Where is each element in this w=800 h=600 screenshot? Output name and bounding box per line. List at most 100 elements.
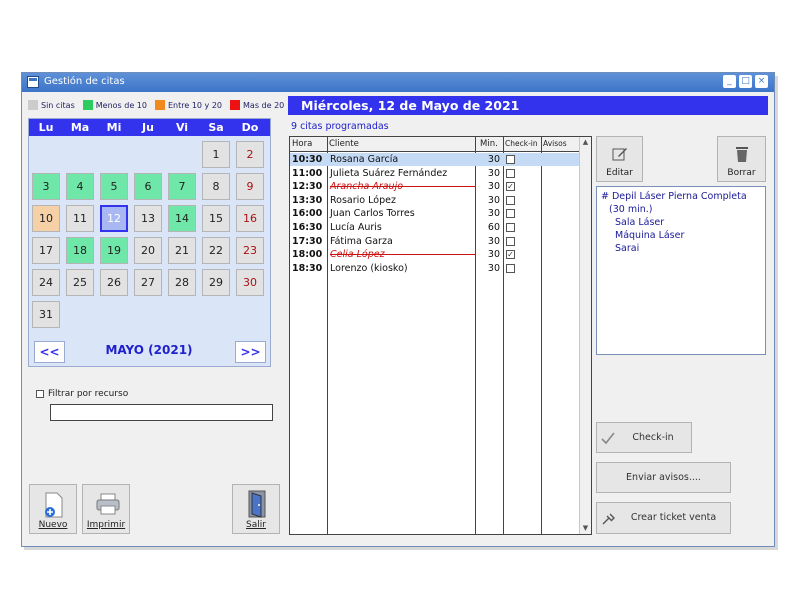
calendar-day-1[interactable]: 1 — [202, 141, 230, 168]
calendar-day-11[interactable]: 11 — [66, 205, 94, 232]
col-min[interactable]: Min. — [480, 139, 498, 149]
calendar-day-15[interactable]: 15 — [202, 205, 230, 232]
calendar-day-22[interactable]: 22 — [202, 237, 230, 264]
calendar-day-29[interactable]: 29 — [202, 269, 230, 296]
legend-swatch — [230, 100, 241, 110]
row-client: Fátima Garza — [330, 235, 393, 247]
table-row[interactable]: 16:00 Juan Carlos Torres 30 — [290, 207, 580, 220]
scroll-up-icon[interactable]: ▲ — [580, 137, 591, 148]
minimize-button[interactable]: _ — [723, 75, 736, 88]
row-checkin-checkbox[interactable] — [506, 168, 515, 178]
table-row[interactable]: 16:30 Lucía Auris 60 — [290, 221, 580, 234]
calendar-day-23[interactable]: 23 — [236, 237, 264, 264]
calendar-day-31[interactable]: 31 — [32, 301, 60, 328]
col-cliente[interactable]: Cliente — [329, 139, 359, 149]
calendar-day-16[interactable]: 16 — [236, 205, 264, 232]
scroll-down-icon[interactable]: ▼ — [580, 523, 591, 534]
row-minutes: 30 — [487, 167, 500, 179]
row-checkin-checkbox[interactable] — [506, 209, 515, 219]
appointment-count: 9 citas programadas — [291, 121, 389, 132]
filter-checkbox[interactable] — [36, 390, 44, 398]
table-row[interactable]: 17:30 Fátima Garza 30 — [290, 235, 580, 248]
ticket-icon — [602, 513, 615, 525]
app-icon — [27, 76, 39, 88]
calendar-day-24[interactable]: 24 — [32, 269, 60, 296]
row-checkin-checkbox[interactable] — [506, 155, 515, 164]
calendar-day-19[interactable]: 19 — [100, 237, 128, 264]
legend-item: Menos de 10 — [82, 100, 147, 110]
table-scrollbar[interactable]: ▲ ▼ — [579, 137, 591, 534]
table-row[interactable]: 13:30 Rosario López 30 — [290, 194, 580, 207]
calendar-day-17[interactable]: 17 — [32, 237, 60, 264]
calendar-day-30[interactable]: 30 — [236, 269, 264, 296]
row-time: 10:30 — [292, 154, 323, 165]
calendar-day-7[interactable]: 7 — [168, 173, 196, 200]
table-row[interactable]: 18:00Celia López30✓ — [290, 248, 580, 261]
calendar-day-28[interactable]: 28 — [168, 269, 196, 296]
month-label: MAYO (2021) — [105, 343, 193, 357]
calendar-day-2[interactable]: 2 — [236, 141, 264, 168]
calendar-day-18[interactable]: 18 — [66, 237, 94, 264]
print-button[interactable]: Imprimir — [82, 484, 130, 534]
create-ticket-button[interactable]: Crear ticket venta — [596, 502, 731, 534]
row-time: 12:30 — [292, 181, 323, 193]
table-row[interactable]: 12:30Arancha Araujo30✓ — [290, 180, 580, 193]
edit-button[interactable]: Editar — [596, 136, 643, 182]
resource-filter-field[interactable] — [50, 404, 273, 421]
calendar-day-5[interactable]: 5 — [100, 173, 128, 200]
checkin-button[interactable]: Check-in — [596, 422, 692, 453]
printer-icon — [96, 493, 120, 515]
row-minutes: 60 — [487, 222, 500, 233]
row-checkin-checkbox[interactable] — [506, 195, 515, 205]
calendar-day-20[interactable]: 20 — [134, 237, 162, 264]
calendar-day-12[interactable]: 12 — [100, 205, 128, 232]
calendar-day-8[interactable]: 8 — [202, 173, 230, 200]
send-reminders-button[interactable]: Enviar avisos.... — [596, 462, 731, 493]
row-checkin-checkbox[interactable] — [506, 236, 515, 246]
calendar-day-3[interactable]: 3 — [32, 173, 60, 200]
weekday-ju: Ju — [142, 121, 154, 134]
col-checkin[interactable]: Check-in — [505, 139, 538, 148]
calendar-day-9[interactable]: 9 — [236, 173, 264, 200]
month-calendar: Lu Ma Mi Ju Vi Sa Do << MAYO (2021) >> 1234567… — [28, 118, 271, 367]
appointments-window: Gestión de citas _ □ × Sin citas Menos d… — [21, 72, 775, 547]
calendar-day-10[interactable]: 10 — [32, 205, 60, 232]
col-avisos[interactable]: Avisos — [543, 139, 567, 148]
close-button[interactable]: × — [755, 75, 768, 88]
col-hora[interactable]: Hora — [292, 139, 312, 149]
table-header: Hora Cliente Min. Check-in Avisos — [290, 137, 580, 152]
calendar-day-21[interactable]: 21 — [168, 237, 196, 264]
row-time: 17:30 — [292, 235, 323, 247]
exit-button[interactable]: Salir — [232, 484, 280, 534]
row-checkin-checkbox[interactable]: ✓ — [506, 250, 515, 260]
door-exit-icon — [248, 490, 266, 518]
row-checkin-checkbox[interactable]: ✓ — [506, 182, 515, 192]
row-checkin-checkbox[interactable] — [506, 223, 515, 232]
row-client: Julieta Suárez Fernández — [330, 167, 448, 179]
table-row[interactable]: 11:00 Julieta Suárez Fernández 30 — [290, 167, 580, 180]
calendar-day-14[interactable]: 14 — [168, 205, 196, 232]
row-time: 18:00 — [292, 249, 323, 261]
calendar-day-26[interactable]: 26 — [100, 269, 128, 296]
table-row[interactable]: 10:30 Rosana García 30 — [290, 153, 580, 166]
calendar-day-6[interactable]: 6 — [134, 173, 162, 200]
filter-by-resource[interactable]: Filtrar por recurso — [36, 389, 128, 399]
edit-icon — [612, 148, 627, 161]
row-checkin-checkbox[interactable] — [506, 263, 515, 273]
next-month-button[interactable]: >> — [235, 341, 266, 363]
trash-icon — [736, 147, 748, 162]
table-row[interactable]: 18:30 Lorenzo (kiosko) 30 — [290, 262, 580, 275]
delete-button[interactable]: Borrar — [717, 136, 766, 182]
checkmark-icon — [601, 432, 615, 445]
calendar-day-4[interactable]: 4 — [66, 173, 94, 200]
calendar-day-25[interactable]: 25 — [66, 269, 94, 296]
maximize-button[interactable]: □ — [739, 75, 752, 88]
new-button[interactable]: Nuevo — [29, 484, 77, 534]
row-client: Lorenzo (kiosko) — [330, 262, 408, 274]
calendar-day-13[interactable]: 13 — [134, 205, 162, 232]
row-time: 13:30 — [292, 194, 323, 206]
calendar-day-27[interactable]: 27 — [134, 269, 162, 296]
selected-day-header: Miércoles, 12 de Mayo de 2021 — [288, 96, 768, 115]
row-client: Juan Carlos Torres — [330, 208, 415, 220]
previous-month-button[interactable]: << — [34, 341, 65, 363]
